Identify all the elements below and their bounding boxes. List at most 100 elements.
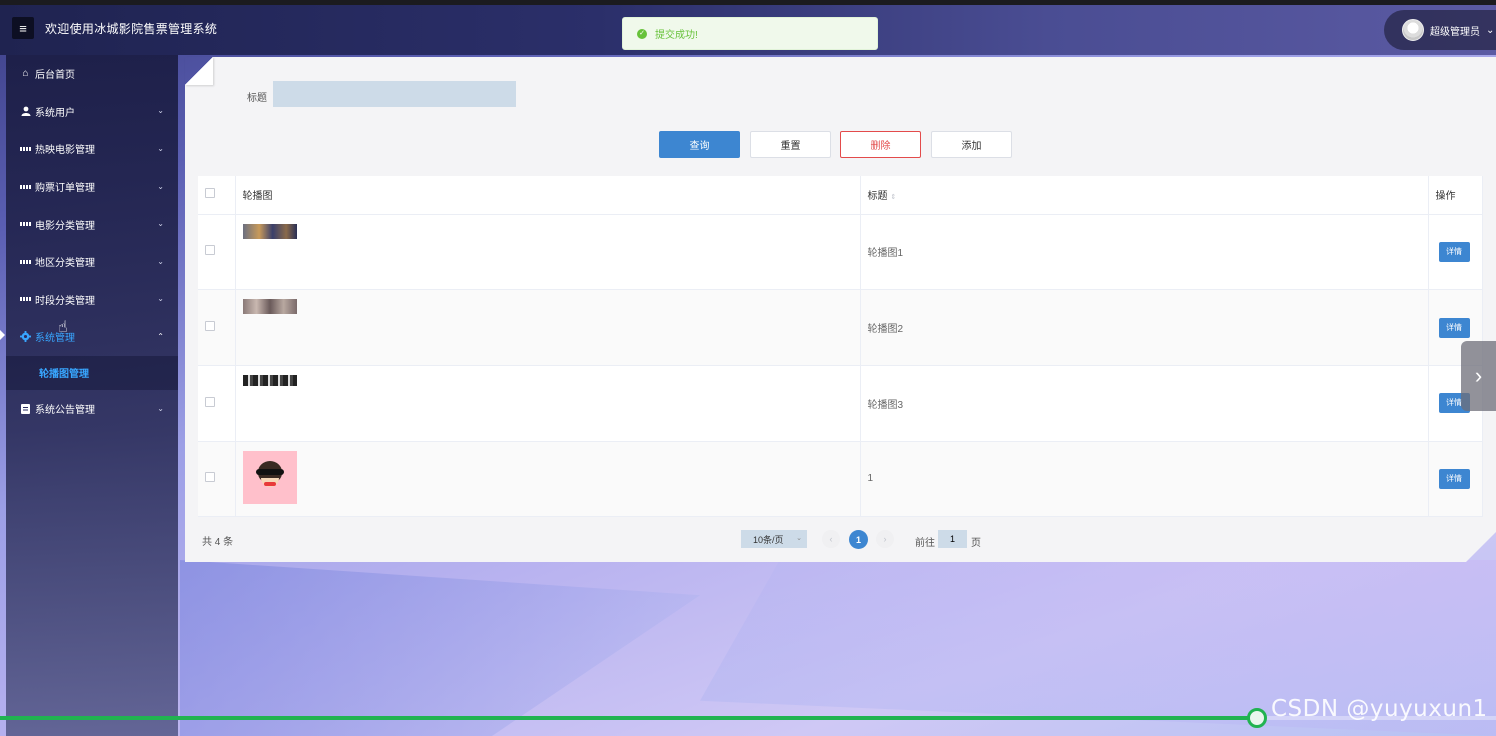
sidebar-item-label: 后台首页 [35, 70, 75, 82]
sidebar-item-label: 系统公告管理 [35, 405, 95, 417]
chevron-down-icon: ⌄ [796, 535, 802, 542]
watermark: CSDN @yuyuxun1 [1271, 696, 1488, 722]
query-button[interactable]: 查询 [659, 131, 740, 158]
sidebar-item-label: 电影分类管理 [35, 220, 95, 232]
detail-button[interactable]: 详情 [1438, 241, 1470, 262]
row-checkbox[interactable] [205, 321, 215, 332]
app-title: 欢迎使用冰城影院售票管理系统 [45, 22, 218, 36]
sidebar-item-label: 系统用户 [35, 107, 75, 119]
detail-button[interactable]: 详情 [1438, 468, 1470, 489]
column-header-title[interactable]: 标题 ⇕ [860, 176, 1429, 215]
success-toast: ✓ 提交成功! [622, 17, 878, 50]
table-header-row: 轮播图 标题 ⇕ 操作 [198, 176, 1483, 215]
toast-message: 提交成功! [655, 30, 698, 41]
row-checkbox[interactable] [205, 396, 215, 407]
carousel-title-cell: 1 [860, 441, 1429, 518]
column-header-title-label: 标题 [867, 191, 888, 203]
sidebar-item-label: 购票订单管理 [35, 183, 95, 195]
user-name: 超级管理员 [1430, 26, 1480, 38]
sidebar-subitem-carousel[interactable]: 轮播图管理 [6, 355, 178, 390]
carousel-image-cell [235, 441, 861, 518]
carousel-thumbnail [242, 450, 297, 504]
chevron-down-icon: ⌄ [157, 294, 164, 304]
grid-icon [20, 294, 31, 305]
reset-button[interactable]: 重置 [750, 131, 831, 158]
prev-page-button[interactable]: ‹ [822, 530, 840, 548]
sidebar-item-home[interactable]: ⌂ 后台首页 [6, 55, 178, 93]
chevron-down-icon: ⌄ [157, 403, 164, 413]
sidebar-item-label: 热映电影管理 [35, 145, 95, 157]
row-select-cell [198, 289, 236, 366]
select-all-cell [198, 176, 236, 215]
chevron-down-icon: ⌄ [157, 181, 164, 191]
menu-toggle-button[interactable]: ≡ [12, 17, 34, 39]
sidebar-item-regions[interactable]: 地区分类管理 ⌄ [6, 243, 178, 281]
grid-icon [20, 219, 31, 230]
row-checkbox[interactable] [205, 472, 215, 483]
gear-icon [20, 331, 31, 343]
column-header-image: 轮播图 [235, 176, 861, 215]
grid-icon [20, 143, 31, 154]
user-icon [20, 106, 31, 117]
pointer-hand-icon: ☝ [58, 319, 68, 336]
document-icon [20, 403, 31, 414]
table-row: 1 详情 [198, 441, 1483, 518]
carousel-thumbnail [242, 223, 297, 239]
title-search-input[interactable] [273, 81, 516, 107]
video-progress-fill [0, 716, 1257, 720]
sidebar-item-system-users[interactable]: 系统用户 ⌄ [6, 93, 178, 131]
chevron-down-icon: ⌄ [1486, 24, 1495, 36]
carousel-image-cell [235, 365, 861, 442]
table-row: 轮播图2 详情 [198, 289, 1483, 366]
sidebar-item-label: 地区分类管理 [35, 258, 95, 270]
chevron-left-icon: ‹ [829, 534, 833, 544]
carousel-title-cell: 轮播图2 [860, 289, 1429, 366]
chevron-right-icon: › [1474, 363, 1483, 388]
sidebar-item-system-management[interactable]: 系统管理 ⌃ [6, 318, 178, 356]
goto-label: 前往 [915, 538, 935, 549]
carousel-image-cell [235, 214, 861, 291]
next-slide-button[interactable]: › [1461, 341, 1496, 411]
next-page-button[interactable]: › [876, 530, 894, 548]
carousel-image-cell [235, 289, 861, 366]
goto-suffix: 页 [971, 538, 981, 549]
row-checkbox[interactable] [205, 245, 215, 256]
carousel-title-cell: 轮播图3 [860, 365, 1429, 442]
page-size-value: 10条/页 [753, 534, 784, 545]
goto-page-input[interactable] [938, 530, 967, 548]
row-select-cell [198, 365, 236, 442]
user-menu[interactable]: 超级管理员 ⌄ [1384, 10, 1496, 50]
table-row: 轮播图3 详情 [198, 365, 1483, 442]
sidebar-item-movies[interactable]: 热映电影管理 ⌄ [6, 130, 178, 168]
chevron-up-icon: ⌃ [157, 331, 164, 341]
chevron-down-icon: ⌄ [157, 106, 164, 116]
video-progress-handle[interactable] [1246, 708, 1267, 728]
grid-icon [20, 256, 31, 267]
sidebar-item-announcements[interactable]: 系统公告管理 ⌄ [6, 390, 178, 428]
detail-button[interactable]: 详情 [1438, 317, 1470, 338]
add-button[interactable]: 添加 [931, 131, 1012, 158]
sidebar-item-label: 系统管理 [35, 333, 75, 345]
search-label: 标题 [247, 93, 267, 104]
column-header-actions: 操作 [1428, 176, 1483, 215]
sidebar-item-orders[interactable]: 购票订单管理 ⌄ [6, 168, 178, 206]
table-row: 轮播图1 详情 [198, 214, 1483, 291]
page-size-select[interactable]: 10条/页 ⌄ [741, 530, 807, 548]
chevron-right-icon: › [883, 534, 887, 544]
carousel-title-cell: 轮播图1 [860, 214, 1429, 291]
page-number-button[interactable]: 1 [849, 530, 868, 549]
delete-button[interactable]: 删除 [840, 131, 921, 158]
actions-cell: 详情 [1428, 441, 1483, 518]
hamburger-icon: ≡ [19, 20, 27, 36]
sidebar-item-movie-categories[interactable]: 电影分类管理 ⌄ [6, 205, 178, 243]
carousel-table: 轮播图 标题 ⇕ 操作 轮播图1 详情 轮播图2 详情 轮播图3 详情 1 详情 [198, 176, 1483, 518]
grid-icon [20, 181, 31, 192]
page-corner-fold [185, 57, 213, 85]
row-select-cell [198, 214, 236, 291]
sidebar: ⌂ 后台首页 系统用户 ⌄ 热映电影管理 ⌄ 购票订单管理 ⌄ 电影分类管理 ⌄… [6, 55, 178, 736]
active-marker [0, 330, 5, 340]
sort-icon[interactable]: ⇕ [891, 194, 897, 201]
sidebar-item-timeslots[interactable]: 时段分类管理 ⌄ [6, 281, 178, 319]
avatar [1402, 19, 1424, 41]
select-all-checkbox[interactable] [205, 188, 215, 199]
